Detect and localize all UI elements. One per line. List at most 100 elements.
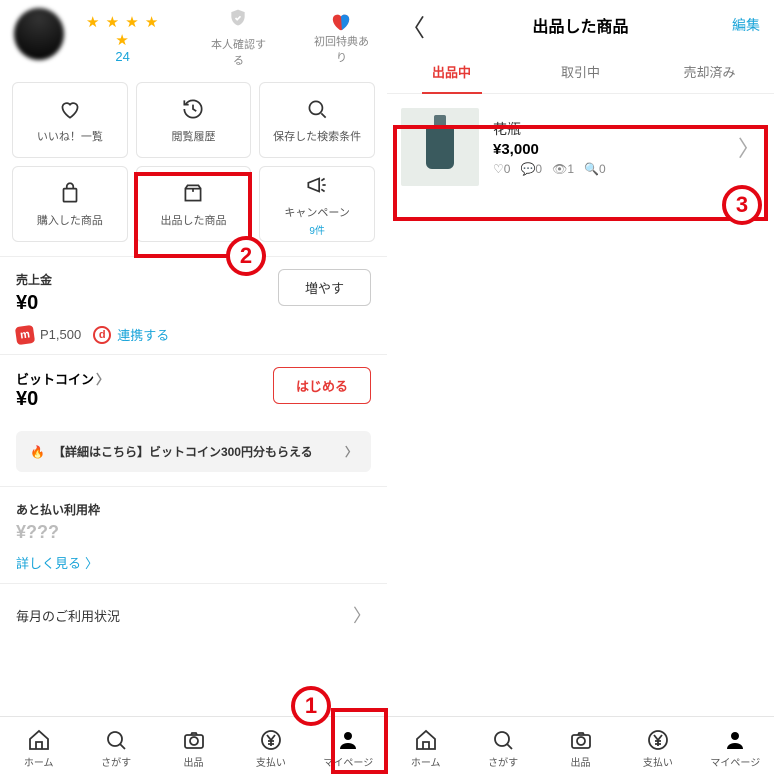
chevron-right-icon: 〉 [353,602,371,628]
nav-label: マイページ [323,754,373,769]
start-bitcoin-button[interactable]: はじめる [273,367,371,404]
page-title: 出品した商品 [387,13,774,37]
nav-pay[interactable]: 支払い [619,717,696,780]
avatar[interactable] [14,8,64,60]
stat-other: 🔍0 [584,162,606,176]
tile-label: 保存した検索条件 [273,128,361,144]
callout-number-1: 1 [291,686,331,726]
chevron-right-icon: 〉 [738,131,760,163]
listing-info: 花瓶 ¥3,000 ♡0 💬0 👁1 🔍0 [493,119,606,176]
listing-tabs: 出品中 取引中 売却済み [387,50,774,94]
nav-label: ホーム [24,754,54,769]
left-screen: ★ ★ ★ ★ ★ 24 本人確認する 初回特典あり いいね！一覧 [0,0,387,780]
tile-label: 購入した商品 [37,212,103,228]
fire-icon: 🔥 [30,445,45,459]
heart-icon [310,11,373,31]
heart-outline-icon [57,96,83,122]
points-value: P1,500 [40,327,81,342]
stat-comments: 💬0 [520,162,542,176]
nav-label: 支払い [256,754,286,769]
tile-saved-search[interactable]: 保存した検索条件 [259,82,375,158]
review-count: 24 [78,49,167,64]
sales-section: 売上金 ¥0 増やす m P1,500 d 連携する [0,256,387,354]
chevron-right-icon: 〉 [345,443,357,460]
yen-icon [259,728,283,752]
postpay-section: あと払い利用枠 ¥??? 詳しく見る 〉 [0,486,387,583]
listing-price: ¥3,000 [493,141,606,158]
bottom-nav-right: ホーム さがす 出品 支払い マイページ [387,716,774,780]
stat-likes: ♡0 [493,162,510,176]
promo-text: 【詳細はこちら】ビットコイン300円分もらえる [53,443,313,460]
right-header: 〈 出品した商品 編集 [387,0,774,50]
person-icon [723,728,747,752]
tile-history[interactable]: 閲覧履歴 [136,82,252,158]
tab-sold[interactable]: 売却済み [645,50,774,94]
nav-search[interactable]: さがす [464,717,541,780]
promo-banner[interactable]: 🔥 【詳細はこちら】ビットコイン300円分もらえる 〉 [16,431,371,472]
nav-list[interactable]: 出品 [155,717,232,780]
nav-home[interactable]: ホーム [387,717,464,780]
points-row: m P1,500 d 連携する [16,325,371,344]
m-badge-icon: m [15,324,35,344]
camera-icon [569,728,593,752]
right-screen: 〈 出品した商品 編集 出品中 取引中 売却済み 花瓶 ¥3,000 ♡0 💬0… [387,0,774,780]
camera-icon [182,728,206,752]
yen-icon [646,728,670,752]
person-icon [336,728,360,752]
nav-mypage[interactable]: マイページ [310,717,387,780]
bitcoin-title: ビットコイン [16,369,94,388]
nav-label: さがす [101,754,131,769]
nav-label: 出品 [184,754,204,769]
nav-label: さがす [488,754,518,769]
tile-campaign[interactable]: キャンペーン 9件 [259,166,375,242]
nav-search[interactable]: さがす [77,717,154,780]
monthly-label: 毎月のご利用状況 [16,606,120,625]
postpay-amount: ¥??? [16,522,371,543]
nav-pay[interactable]: 支払い [232,717,309,780]
nav-label: ホーム [411,754,441,769]
identity-verify[interactable]: 本人確認する [207,8,270,68]
d-link[interactable]: 連携する [117,325,169,344]
tile-likes[interactable]: いいね！一覧 [12,82,128,158]
stat-views: 👁1 [552,162,574,176]
identity-label: 本人確認する [211,39,266,67]
home-icon [414,728,438,752]
quick-tiles: いいね！一覧 閲覧履歴 保存した検索条件 購入した商品 出品した商品 キャンペー… [0,82,387,256]
listing-stats: ♡0 💬0 👁1 🔍0 [493,162,606,176]
tab-trading[interactable]: 取引中 [516,50,645,94]
increase-button[interactable]: 増やす [278,269,371,306]
nav-list[interactable]: 出品 [542,717,619,780]
nav-mypage[interactable]: マイページ [697,717,774,780]
tab-listing[interactable]: 出品中 [387,50,516,94]
bag-icon [57,180,83,206]
tile-purchased[interactable]: 購入した商品 [12,166,128,242]
campaign-count: 9件 [309,222,325,237]
search-icon [304,96,330,122]
profile-header: ★ ★ ★ ★ ★ 24 本人確認する 初回特典あり [0,0,387,82]
edit-button[interactable]: 編集 [732,15,760,35]
first-bonus[interactable]: 初回特典あり [310,11,373,65]
bottom-nav-left: ホーム さがす 出品 支払い マイページ [0,716,387,780]
monthly-usage-row[interactable]: 毎月のご利用状況 〉 [0,583,387,646]
callout-number-3: 3 [722,185,762,225]
nav-home[interactable]: ホーム [0,717,77,780]
postpay-detail-link[interactable]: 詳しく見る 〉 [16,553,98,572]
first-bonus-label: 初回特典あり [314,36,369,64]
chevron-right-icon: 〉 [85,553,98,572]
rating-block[interactable]: ★ ★ ★ ★ ★ 24 [78,13,167,64]
star-icons: ★ ★ ★ ★ ★ [78,13,167,49]
nav-label: 出品 [571,754,591,769]
bitcoin-section: ビットコイン 〉 ¥0 はじめる [0,354,387,421]
tile-label: キャンペーン [284,204,349,220]
tile-listed[interactable]: 出品した商品 [136,166,252,242]
search-icon [104,728,128,752]
chevron-right-icon: 〉 [96,369,109,388]
listing-thumbnail [401,108,479,186]
megaphone-icon [304,172,330,198]
listing-row[interactable]: 花瓶 ¥3,000 ♡0 💬0 👁1 🔍0 〉 [387,94,774,200]
nav-label: 支払い [643,754,673,769]
home-icon [27,728,51,752]
listing-name: 花瓶 [493,119,606,139]
box-icon [180,180,206,206]
tile-label: いいね！一覧 [37,128,103,144]
